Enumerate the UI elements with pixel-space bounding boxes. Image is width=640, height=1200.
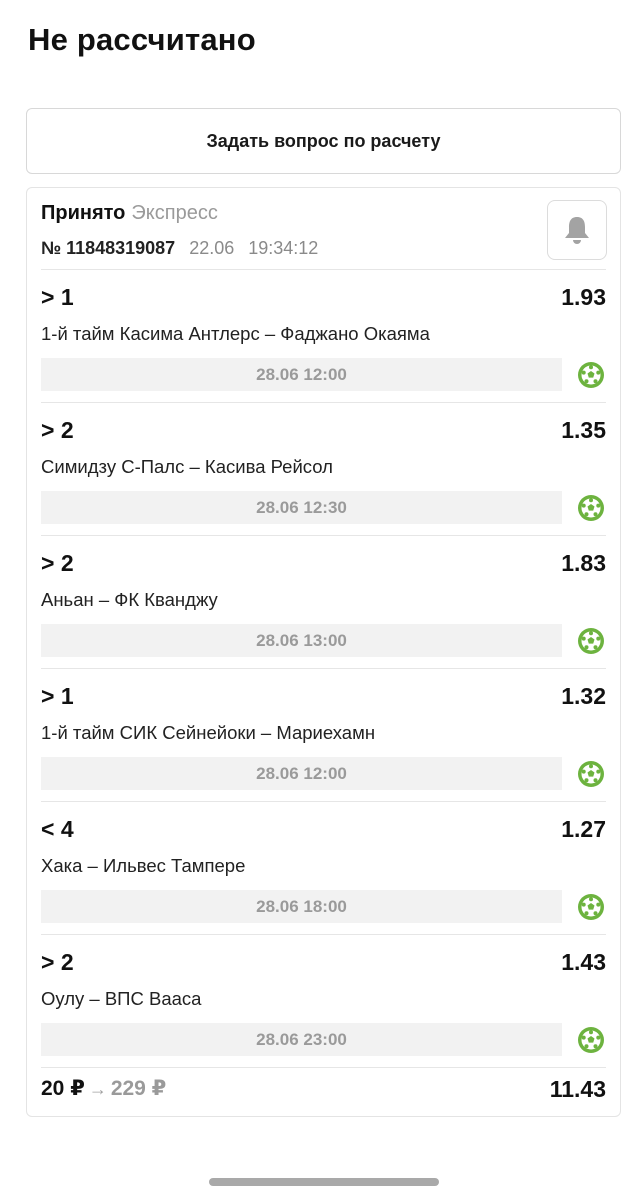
soccer-ball-icon <box>578 628 604 654</box>
bet-meta: № 11848319087 22.06 19:34:12 <box>41 238 318 259</box>
selection-start-time: 28.06 12:30 <box>41 491 562 524</box>
selection-event: 1-й тайм СИК Сейнейоки – Мариехамн <box>41 722 376 743</box>
selection-item: > 1 1.93 1-й тайм Касима Антлерс – Фаджа… <box>41 270 606 402</box>
selection-item: > 1 1.32 1-й тайм СИК Сейнейоки – Мариех… <box>41 669 606 801</box>
selection-odds: 1.27 <box>561 816 606 842</box>
soccer-ball-icon <box>578 495 604 521</box>
selection-item: > 2 1.83 Аньан – ФК Кванджу 28.06 13:00 <box>41 536 606 668</box>
soccer-ball-icon <box>578 894 604 920</box>
selection-outcome: > 1 <box>41 284 74 310</box>
bet-status-line: Принято Экспресс <box>41 202 218 225</box>
stake-amount: 20 ₽ <box>41 1077 85 1100</box>
selection-event: Оулу – ВПС Вааса <box>41 988 202 1009</box>
bell-icon <box>565 217 589 244</box>
selection-odds: 1.43 <box>561 949 606 975</box>
selection-event: Хака – Ильвес Тампере <box>41 855 246 876</box>
bet-time: 19:34:12 <box>248 238 319 258</box>
bet-card: Принято Экспресс № 11848319087 22.06 19:34:… <box>26 187 621 1117</box>
bet-status: Принято <box>41 202 126 224</box>
selection-item: > 2 1.43 Оулу – ВПС Вааса 28.06 23:00 <box>41 935 606 1067</box>
bet-header: Принято Экспресс № 11848319087 22.06 19:34:… <box>41 200 607 270</box>
bet-details-screen: Не рассчитано Задать вопрос по расчету П… <box>0 0 640 1200</box>
selection-outcome: > 2 <box>41 417 74 443</box>
selection-start-time: 28.06 18:00 <box>41 890 562 923</box>
selection-item: < 4 1.27 Хака – Ильвес Тампере 28.06 18:… <box>41 802 606 934</box>
selection-event: 1-й тайм Касима Антлерс – Фаджано Окаяма <box>41 323 430 344</box>
selection-odds: 1.32 <box>561 683 606 709</box>
selection-outcome: > 1 <box>41 683 74 709</box>
notification-bell-button[interactable] <box>547 200 607 260</box>
selection-odds: 1.35 <box>561 417 606 443</box>
stake-to-payout: 20 ₽ → 229 ₽ <box>41 1076 166 1101</box>
selection-start-time: 28.06 12:00 <box>41 358 562 391</box>
selection-outcome: > 2 <box>41 949 74 975</box>
soccer-ball-icon <box>578 362 604 388</box>
selection-start-time: 28.06 13:00 <box>41 624 562 657</box>
selection-event: Симидзу С-Палс – Касива Рейсол <box>41 456 333 477</box>
page-title: Не рассчитано <box>28 22 256 57</box>
selection-start-time: 28.06 12:00 <box>41 757 562 790</box>
selection-odds: 1.93 <box>561 284 606 310</box>
divider <box>41 1067 606 1068</box>
total-odds: 11.43 <box>549 1076 606 1102</box>
soccer-ball-icon <box>578 1027 604 1053</box>
bet-date: 22.06 <box>189 238 235 258</box>
selection-outcome: > 2 <box>41 550 74 576</box>
arrow-right-icon: → <box>88 1079 107 1099</box>
selection-outcome: < 4 <box>41 816 74 842</box>
selection-event: Аньан – ФК Кванджу <box>41 589 218 610</box>
bet-number: № 11848319087 <box>41 238 176 258</box>
selection-start-time: 28.06 23:00 <box>41 1023 562 1056</box>
ask-question-button[interactable]: Задать вопрос по расчету <box>26 108 621 174</box>
bet-footer: 20 ₽ → 229 ₽ 11.43 <box>41 1076 606 1106</box>
potential-payout: 229 ₽ <box>110 1077 167 1100</box>
selection-odds: 1.83 <box>561 550 606 576</box>
soccer-ball-icon <box>578 761 604 787</box>
selection-item: > 2 1.35 Симидзу С-Палс – Касива Рейсол … <box>41 403 606 535</box>
home-indicator[interactable] <box>209 1178 439 1186</box>
bet-type: Экспресс <box>131 202 218 224</box>
